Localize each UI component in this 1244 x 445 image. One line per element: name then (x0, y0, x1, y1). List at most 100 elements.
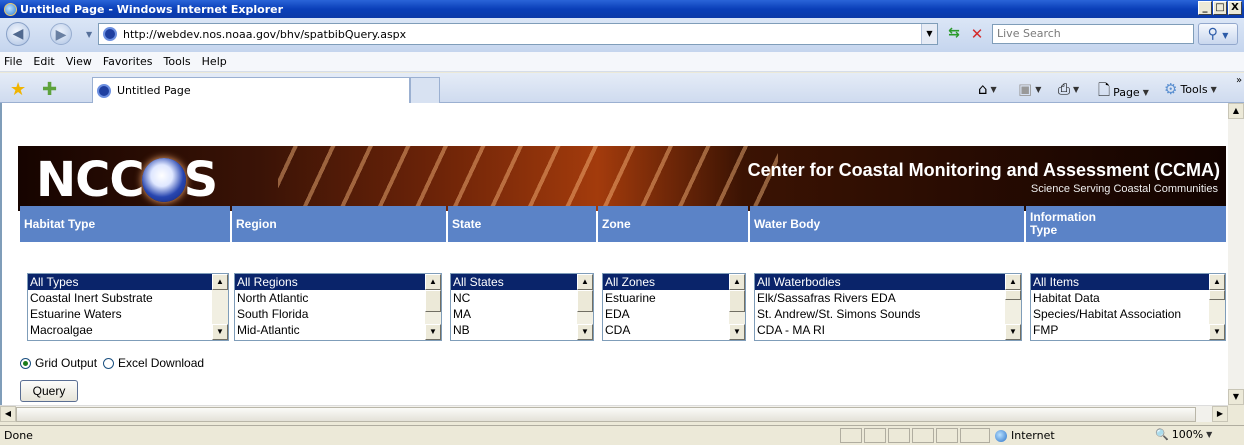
listbox-scrollbar[interactable]: ▲ ▼ (425, 274, 441, 340)
page-horizontal-scrollbar[interactable]: ◀ ▶ (0, 405, 1228, 422)
menu-view[interactable]: View (66, 55, 92, 68)
list-item[interactable]: CDA (603, 322, 745, 338)
list-item[interactable]: Estuarine Waters (28, 306, 228, 322)
menu-file[interactable]: File (4, 55, 22, 68)
scroll-up-icon[interactable]: ▲ (1228, 103, 1244, 119)
list-item[interactable]: North Atlantic (235, 290, 441, 306)
listbox-scrollbar[interactable]: ▲ ▼ (1209, 274, 1225, 340)
list-item[interactable]: Estuarine (603, 290, 745, 306)
list-item[interactable]: FMP (1031, 322, 1225, 338)
scroll-down-icon[interactable]: ▼ (1209, 324, 1225, 340)
scroll-thumb[interactable] (1005, 290, 1021, 300)
state-listbox[interactable]: All States NC MA NB ▲ ▼ (450, 273, 594, 341)
zoom-control[interactable]: 🔍 100% ▼ (1155, 428, 1212, 441)
address-toolbar: ◀ ▶ ▼ http://webdev.nos.noaa.gov/bhv/spa… (0, 18, 1244, 52)
zone-listbox[interactable]: All Zones Estuarine EDA CDA ▲ ▼ (602, 273, 746, 341)
feeds-button[interactable]: ▣ ▼ (1018, 80, 1041, 98)
scroll-down-icon[interactable]: ▼ (425, 324, 441, 340)
scroll-down-icon[interactable]: ▼ (1005, 324, 1021, 340)
forward-icon[interactable]: ▶ (50, 23, 72, 45)
scroll-thumb[interactable] (577, 290, 593, 312)
list-item[interactable]: Macroalgae (28, 322, 228, 338)
add-favorite-icon[interactable]: ✚ (42, 79, 57, 100)
list-item[interactable]: South Florida (235, 306, 441, 322)
water-body-listbox[interactable]: All Waterbodies Elk/Sassafras Rivers EDA… (754, 273, 1022, 341)
list-item[interactable]: Habitat Data (1031, 290, 1225, 306)
scroll-up-icon[interactable]: ▲ (212, 274, 228, 290)
home-button[interactable]: ⌂ ▼ (978, 80, 997, 98)
listbox-scrollbar[interactable]: ▲ ▼ (212, 274, 228, 340)
tab-untitled-page[interactable]: Untitled Page (92, 77, 410, 103)
close-button[interactable]: X (1228, 1, 1242, 15)
scroll-up-icon[interactable]: ▲ (425, 274, 441, 290)
scroll-down-icon[interactable]: ▼ (212, 324, 228, 340)
list-item[interactable]: All Types (28, 274, 228, 290)
information-type-listbox[interactable]: All Items Habitat Data Species/Habitat A… (1030, 273, 1226, 341)
scroll-up-icon[interactable]: ▲ (1209, 274, 1225, 290)
list-item[interactable]: NB (451, 322, 593, 338)
address-bar[interactable]: http://webdev.nos.noaa.gov/bhv/spatbibQu… (98, 23, 938, 45)
list-item[interactable]: Coastal Inert Substrate (28, 290, 228, 306)
scroll-thumb[interactable] (729, 290, 745, 312)
scroll-up-icon[interactable]: ▲ (577, 274, 593, 290)
listbox-scrollbar[interactable]: ▲ ▼ (1005, 274, 1021, 340)
address-url: http://webdev.nos.noaa.gov/bhv/spatbibQu… (123, 27, 407, 41)
scroll-left-icon[interactable]: ◀ (0, 406, 16, 422)
refresh-icon[interactable]: ⇆ (944, 25, 964, 43)
scroll-down-icon[interactable]: ▼ (729, 324, 745, 340)
query-button[interactable]: Query (20, 380, 78, 402)
print-button[interactable]: ⎙ ▼ (1058, 80, 1079, 98)
scroll-thumb[interactable] (16, 407, 1196, 422)
list-item[interactable]: Mid-Atlantic (235, 322, 441, 338)
list-item[interactable]: All Items (1031, 274, 1225, 290)
scroll-right-icon[interactable]: ▶ (1212, 406, 1228, 422)
tools-menu-button[interactable]: ⚙ Tools ▼ (1164, 80, 1217, 98)
scroll-thumb[interactable] (1209, 290, 1225, 300)
search-input[interactable]: Live Search (992, 24, 1194, 44)
menu-help[interactable]: Help (202, 55, 227, 68)
menu-favorites[interactable]: Favorites (103, 55, 153, 68)
page-vertical-scrollbar[interactable]: ▲ ▼ (1228, 103, 1244, 405)
list-item[interactable]: EDA (603, 306, 745, 322)
menu-tools[interactable]: Tools (164, 55, 191, 68)
list-item[interactable]: All Zones (603, 274, 745, 290)
back-icon[interactable]: ◀ (6, 22, 30, 46)
region-listbox[interactable]: All Regions North Atlantic South Florida… (234, 273, 442, 341)
page-menu-button[interactable]: 🗋 Page ▼ (1098, 80, 1149, 105)
security-zone[interactable]: Internet (995, 428, 1145, 443)
new-tab-button[interactable] (410, 77, 440, 103)
list-item[interactable]: CDA - MA RI (755, 322, 1021, 338)
scroll-up-icon[interactable]: ▲ (1005, 274, 1021, 290)
scroll-down-icon[interactable]: ▼ (1228, 389, 1244, 405)
list-item[interactable]: Elk/Sassafras Rivers EDA (755, 290, 1021, 306)
banner-title: Center for Coastal Monitoring and Assess… (747, 160, 1220, 180)
list-item[interactable]: MA (451, 306, 593, 322)
scroll-up-icon[interactable]: ▲ (729, 274, 745, 290)
list-item[interactable]: All Waterbodies (755, 274, 1021, 290)
listbox-scrollbar[interactable]: ▲ ▼ (729, 274, 745, 340)
maximize-button[interactable]: □ (1213, 1, 1227, 15)
excel-download-label[interactable]: Excel Download (118, 356, 204, 370)
minimize-button[interactable]: _ (1198, 1, 1212, 15)
favorites-star-icon[interactable]: ★ (10, 79, 26, 100)
grid-output-radio[interactable] (20, 357, 31, 369)
list-item[interactable]: All Regions (235, 274, 441, 290)
recent-pages-dropdown-icon[interactable]: ▼ (86, 30, 92, 39)
scroll-down-icon[interactable]: ▼ (577, 324, 593, 340)
grid-output-label[interactable]: Grid Output (35, 356, 97, 370)
search-button[interactable]: ⚲ ▼ (1198, 23, 1238, 45)
scroll-thumb[interactable] (425, 290, 441, 312)
gear-icon: ⚙ (1164, 80, 1178, 98)
habitat-type-listbox[interactable]: All Types Coastal Inert Substrate Estuar… (27, 273, 229, 341)
chevron-right-icon[interactable]: » (1236, 75, 1242, 86)
list-item[interactable]: All States (451, 274, 593, 290)
stop-icon[interactable]: ✕ (968, 25, 986, 43)
list-item[interactable]: St. Andrew/St. Simons Sounds (755, 306, 1021, 322)
menu-edit[interactable]: Edit (33, 55, 54, 68)
list-item[interactable]: NC (451, 290, 593, 306)
address-dropdown-icon[interactable]: ▼ (921, 24, 937, 44)
listbox-scrollbar[interactable]: ▲ ▼ (577, 274, 593, 340)
header-state: State (448, 206, 596, 242)
excel-download-radio[interactable] (103, 357, 115, 369)
list-item[interactable]: Species/Habitat Association (1031, 306, 1225, 322)
